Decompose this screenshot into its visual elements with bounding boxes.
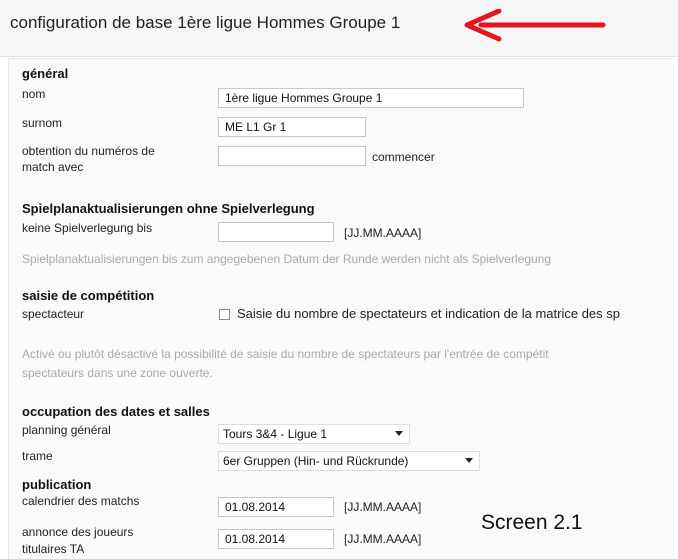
- page-title: configuration de base 1ère ligue Hommes …: [10, 13, 401, 32]
- section-heading-schedule-updates: Spielplanaktualisierungen ohne Spielverl…: [22, 201, 315, 216]
- name-label: nom: [22, 87, 46, 101]
- competition-entry-hint-line2: spectateurs dans une zone ouverte.: [22, 366, 213, 380]
- players-date-format: [JJ.MM.AAAA]: [344, 532, 422, 546]
- name-input[interactable]: [218, 88, 524, 108]
- match-numbers-label-line2: match avec: [22, 160, 84, 174]
- players-label-line1: annonce des joueurs: [22, 525, 134, 539]
- planning-select-value: Tours 3&4 - Ligue 1: [223, 427, 328, 441]
- section-heading-competition-entry: saisie de compétition: [22, 288, 155, 303]
- planning-label: planning général: [22, 423, 111, 437]
- red-arrow-annotation: [464, 9, 606, 42]
- spectator-checkbox[interactable]: [219, 309, 230, 320]
- spectator-label: spectacteur: [22, 307, 85, 321]
- no-postpone-label: keine Spielverlegung bis: [22, 221, 153, 235]
- no-postpone-date-input[interactable]: [218, 222, 334, 242]
- match-numbers-input[interactable]: [218, 146, 366, 166]
- configuration-form-panel: général nom surnom obtention du numéros …: [8, 58, 673, 559]
- spectator-checkbox-text: Saisie du nombre de spectateurs et indic…: [237, 306, 620, 321]
- chevron-down-icon: [465, 458, 473, 463]
- section-heading-publication: publication: [22, 477, 92, 492]
- section-heading-general: général: [22, 66, 69, 81]
- competition-entry-hint-line1: Activé ou plutôt désactivé la possibilit…: [22, 347, 549, 361]
- section-heading-occupation: occupation des dates et salles: [22, 404, 210, 419]
- players-label-line2: titulaires TA: [22, 542, 85, 556]
- schedule-updates-hint: Spielplanaktualisierungen bis zum angege…: [22, 252, 552, 266]
- calendar-date-input[interactable]: [218, 497, 334, 517]
- nickname-input[interactable]: [218, 117, 366, 137]
- players-date-input[interactable]: [218, 529, 334, 549]
- nickname-label: surnom: [22, 116, 63, 130]
- calendar-date-format: [JJ.MM.AAAA]: [344, 500, 422, 514]
- page-header: configuration de base 1ère ligue Hommes …: [0, 0, 678, 57]
- screen-annotation-label: Screen 2.1: [481, 511, 583, 534]
- match-numbers-suffix: commencer: [372, 150, 435, 164]
- trame-label: trame: [22, 449, 53, 463]
- planning-select[interactable]: Tours 3&4 - Ligue 1: [218, 424, 410, 444]
- trame-select-value: 6er Gruppen (Hin- und Rückrunde): [223, 454, 409, 468]
- no-postpone-date-format: [JJ.MM.AAAA]: [344, 226, 422, 240]
- calendar-label: calendrier des matchs: [22, 494, 140, 508]
- trame-select[interactable]: 6er Gruppen (Hin- und Rückrunde): [218, 451, 480, 471]
- match-numbers-label-line1: obtention du numéros de: [22, 144, 155, 158]
- chevron-down-icon: [395, 431, 403, 436]
